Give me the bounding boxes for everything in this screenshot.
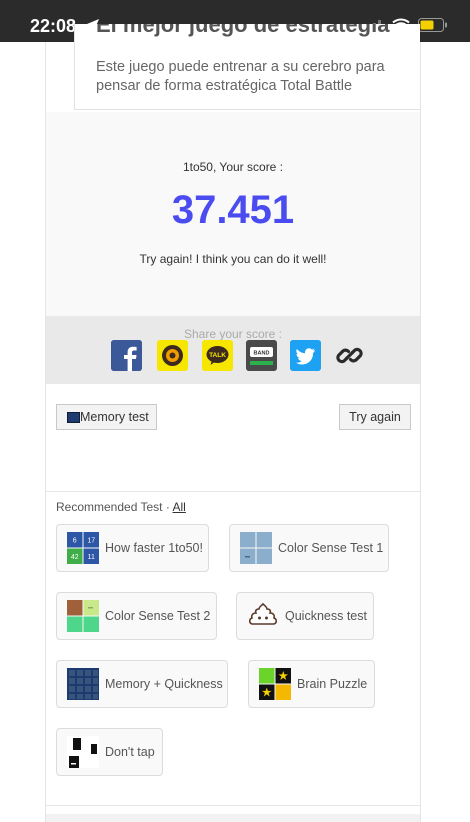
test-card-label: Don't tap [105, 745, 155, 759]
share-label: Share your score : [183, 327, 283, 341]
score-message: Try again! I think you can do it well! [139, 252, 327, 266]
test-card-label: Color Sense Test 2 [105, 609, 211, 623]
numbers-grid-icon: 6 17 42 11 [67, 532, 99, 564]
test-card-brain-puzzle[interactable]: Brain Puzzle [248, 660, 375, 708]
ad-banner[interactable]: El mejor juego de estrategia Este juego … [74, 24, 420, 110]
test-card-label: Brain Puzzle [297, 677, 368, 691]
poop-icon [248, 602, 278, 625]
status-time: 22:08 [30, 16, 77, 36]
share-panel: Share your score : TALK BAND [46, 316, 420, 384]
kakaotalk-text: TALK [209, 352, 226, 359]
score-label: 1to50, Your score : [182, 160, 284, 174]
memory-grid-icon [67, 411, 80, 423]
test-card-quickness[interactable]: Quickness test [236, 592, 374, 640]
recommended-title: Recommended Test · All [56, 500, 186, 514]
divider [46, 491, 420, 492]
ad-title: El mejor juego de estrategia [96, 24, 390, 37]
kakaostory-icon[interactable] [157, 340, 188, 371]
test-card-dont-tap[interactable]: Don't tap [56, 728, 163, 776]
battery-icon [418, 18, 447, 32]
dot-grid-icon [67, 668, 99, 700]
score-value: 37.451 [171, 188, 295, 232]
twitter-icon[interactable] [290, 340, 321, 371]
band-icon[interactable]: BAND [246, 340, 277, 371]
test-card-color-sense-2[interactable]: Color Sense Test 2 [56, 592, 217, 640]
footer-band [46, 814, 420, 822]
grid-number: 6 [73, 538, 77, 545]
test-card-label: How faster 1to50! [105, 541, 203, 555]
puzzle-icon [259, 668, 291, 700]
test-card-color-sense-1[interactable]: Color Sense Test 1 [229, 524, 389, 572]
all-link[interactable]: All [173, 500, 186, 514]
piano-tiles-icon [67, 736, 99, 768]
test-card-label: Quickness test [285, 609, 367, 623]
grid-number: 42 [71, 554, 79, 561]
test-card-memory-quickness[interactable]: Memory + Quickness [56, 660, 228, 708]
color-blocks-icon [67, 600, 99, 632]
link-icon[interactable] [334, 340, 365, 371]
try-again-button[interactable]: Try again [339, 404, 411, 430]
kakaotalk-icon[interactable]: TALK [202, 340, 233, 371]
divider [46, 805, 420, 806]
memory-test-button[interactable]: Memory test [56, 404, 157, 430]
color-blocks-icon [240, 532, 272, 564]
grid-number: 11 [88, 554, 95, 561]
test-card-label: Memory + Quickness [105, 677, 223, 691]
test-card-1to50[interactable]: 6 17 42 11 How faster 1to50! [56, 524, 209, 572]
score-panel: 1to50, Your score : 37.451 Try again! I … [46, 112, 420, 316]
test-card-label: Color Sense Test 1 [278, 541, 384, 555]
recommended-label: Recommended Test · [56, 500, 173, 514]
facebook-icon[interactable] [111, 340, 142, 371]
try-again-label: Try again [349, 410, 401, 424]
grid-number: 17 [87, 538, 95, 545]
memory-test-label: Memory test [80, 410, 149, 424]
band-text: BAND [254, 351, 270, 357]
ad-description: Este juego puede entrenar a su cerebro p… [96, 59, 385, 94]
